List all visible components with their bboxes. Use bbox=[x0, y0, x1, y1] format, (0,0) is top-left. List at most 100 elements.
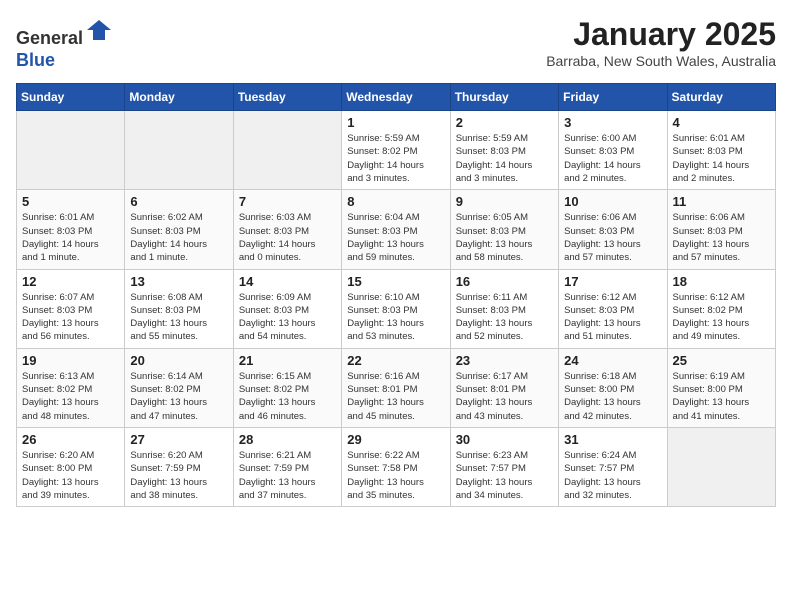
logo-blue: Blue bbox=[16, 50, 55, 70]
calendar-cell bbox=[667, 427, 775, 506]
column-header-saturday: Saturday bbox=[667, 84, 775, 111]
column-header-thursday: Thursday bbox=[450, 84, 558, 111]
day-number: 8 bbox=[347, 194, 444, 209]
day-number: 30 bbox=[456, 432, 553, 447]
day-info: Sunrise: 6:17 AM Sunset: 8:01 PM Dayligh… bbox=[456, 370, 553, 423]
calendar-cell: 22Sunrise: 6:16 AM Sunset: 8:01 PM Dayli… bbox=[342, 348, 450, 427]
day-number: 4 bbox=[673, 115, 770, 130]
day-info: Sunrise: 6:11 AM Sunset: 8:03 PM Dayligh… bbox=[456, 291, 553, 344]
day-number: 9 bbox=[456, 194, 553, 209]
calendar-header-row: SundayMondayTuesdayWednesdayThursdayFrid… bbox=[17, 84, 776, 111]
calendar-week-row: 12 Sunrise: 6:07 AM Sunset: 8:03 PM Dayli… bbox=[17, 269, 776, 348]
calendar-cell: 8 Sunrise: 6:04 AM Sunset: 8:03 PM Daylig… bbox=[342, 190, 450, 269]
day-number: 12 bbox=[22, 274, 119, 289]
calendar-subtitle: Barraba, New South Wales, Australia bbox=[546, 53, 776, 69]
title-block: January 2025 Barraba, New South Wales, A… bbox=[546, 16, 776, 69]
day-info: Sunrise: 6:15 AM Sunset: 8:02 PM Dayligh… bbox=[239, 370, 336, 423]
calendar-week-row: 5Sunrise: 6:01 AM Sunset: 8:03 PM Daylig… bbox=[17, 190, 776, 269]
day-info: Sunrise: 6:24 AM Sunset: 7:57 PM Dayligh… bbox=[564, 449, 661, 502]
day-number: 5 bbox=[22, 194, 119, 209]
calendar-week-row: 26 Sunrise: 6:20 AM Sunset: 8:00 PM Dayli… bbox=[17, 427, 776, 506]
calendar-cell: 9 Sunrise: 6:05 AM Sunset: 8:03 PM Daylig… bbox=[450, 190, 558, 269]
calendar-cell: 20Sunrise: 6:14 AM Sunset: 8:02 PM Dayli… bbox=[125, 348, 233, 427]
calendar-cell: 21 Sunrise: 6:15 AM Sunset: 8:02 PM Dayli… bbox=[233, 348, 341, 427]
calendar-cell: 1 Sunrise: 5:59 AM Sunset: 8:02 PM Daylig… bbox=[342, 111, 450, 190]
day-info: Sunrise: 6:18 AM Sunset: 8:00 PM Dayligh… bbox=[564, 370, 661, 423]
day-info: Sunrise: 6:06 AM Sunset: 8:03 PM Dayligh… bbox=[673, 211, 770, 264]
day-info: Sunrise: 6:12 AM Sunset: 8:03 PM Dayligh… bbox=[564, 291, 661, 344]
day-info: Sunrise: 6:00 AM Sunset: 8:03 PM Dayligh… bbox=[564, 132, 661, 185]
day-info: Sunrise: 6:07 AM Sunset: 8:03 PM Dayligh… bbox=[22, 291, 119, 344]
day-number: 18 bbox=[673, 274, 770, 289]
calendar-cell: 15Sunrise: 6:10 AM Sunset: 8:03 PM Dayli… bbox=[342, 269, 450, 348]
calendar-cell: 12 Sunrise: 6:07 AM Sunset: 8:03 PM Dayli… bbox=[17, 269, 125, 348]
day-number: 14 bbox=[239, 274, 336, 289]
day-info: Sunrise: 6:23 AM Sunset: 7:57 PM Dayligh… bbox=[456, 449, 553, 502]
day-number: 21 bbox=[239, 353, 336, 368]
page-header: General Blue January 2025 Barraba, New S… bbox=[16, 16, 776, 71]
calendar-cell: 30 Sunrise: 6:23 AM Sunset: 7:57 PM Dayli… bbox=[450, 427, 558, 506]
day-info: Sunrise: 6:19 AM Sunset: 8:00 PM Dayligh… bbox=[673, 370, 770, 423]
day-info: Sunrise: 6:20 AM Sunset: 7:59 PM Dayligh… bbox=[130, 449, 227, 502]
day-number: 17 bbox=[564, 274, 661, 289]
day-number: 6 bbox=[130, 194, 227, 209]
day-info: Sunrise: 6:21 AM Sunset: 7:59 PM Dayligh… bbox=[239, 449, 336, 502]
calendar-cell: 10 Sunrise: 6:06 AM Sunset: 8:03 PM Dayli… bbox=[559, 190, 667, 269]
day-number: 19 bbox=[22, 353, 119, 368]
calendar-cell: 6Sunrise: 6:02 AM Sunset: 8:03 PM Daylig… bbox=[125, 190, 233, 269]
calendar-cell bbox=[233, 111, 341, 190]
logo: General Blue bbox=[16, 16, 113, 71]
calendar-cell: 29Sunrise: 6:22 AM Sunset: 7:58 PM Dayli… bbox=[342, 427, 450, 506]
day-info: Sunrise: 6:04 AM Sunset: 8:03 PM Dayligh… bbox=[347, 211, 444, 264]
column-header-tuesday: Tuesday bbox=[233, 84, 341, 111]
day-info: Sunrise: 6:09 AM Sunset: 8:03 PM Dayligh… bbox=[239, 291, 336, 344]
calendar-cell: 25 Sunrise: 6:19 AM Sunset: 8:00 PM Dayli… bbox=[667, 348, 775, 427]
day-number: 15 bbox=[347, 274, 444, 289]
day-number: 24 bbox=[564, 353, 661, 368]
column-header-wednesday: Wednesday bbox=[342, 84, 450, 111]
day-number: 31 bbox=[564, 432, 661, 447]
calendar-cell bbox=[125, 111, 233, 190]
calendar-cell: 23 Sunrise: 6:17 AM Sunset: 8:01 PM Dayli… bbox=[450, 348, 558, 427]
day-info: Sunrise: 6:06 AM Sunset: 8:03 PM Dayligh… bbox=[564, 211, 661, 264]
day-number: 2 bbox=[456, 115, 553, 130]
day-number: 10 bbox=[564, 194, 661, 209]
column-header-monday: Monday bbox=[125, 84, 233, 111]
calendar-cell: 27 Sunrise: 6:20 AM Sunset: 7:59 PM Dayli… bbox=[125, 427, 233, 506]
day-info: Sunrise: 6:08 AM Sunset: 8:03 PM Dayligh… bbox=[130, 291, 227, 344]
day-number: 29 bbox=[347, 432, 444, 447]
day-info: Sunrise: 6:05 AM Sunset: 8:03 PM Dayligh… bbox=[456, 211, 553, 264]
day-number: 23 bbox=[456, 353, 553, 368]
calendar-week-row: 1 Sunrise: 5:59 AM Sunset: 8:02 PM Daylig… bbox=[17, 111, 776, 190]
calendar-cell: 3Sunrise: 6:00 AM Sunset: 8:03 PM Daylig… bbox=[559, 111, 667, 190]
calendar-cell: 17 Sunrise: 6:12 AM Sunset: 8:03 PM Dayli… bbox=[559, 269, 667, 348]
calendar-cell: 11Sunrise: 6:06 AM Sunset: 8:03 PM Dayli… bbox=[667, 190, 775, 269]
calendar-title: January 2025 bbox=[546, 16, 776, 53]
day-number: 1 bbox=[347, 115, 444, 130]
calendar-cell: 28Sunrise: 6:21 AM Sunset: 7:59 PM Dayli… bbox=[233, 427, 341, 506]
calendar-cell: 18 Sunrise: 6:12 AM Sunset: 8:02 PM Dayli… bbox=[667, 269, 775, 348]
calendar-cell: 2Sunrise: 5:59 AM Sunset: 8:03 PM Daylig… bbox=[450, 111, 558, 190]
day-info: Sunrise: 6:16 AM Sunset: 8:01 PM Dayligh… bbox=[347, 370, 444, 423]
calendar-cell: 5Sunrise: 6:01 AM Sunset: 8:03 PM Daylig… bbox=[17, 190, 125, 269]
day-info: Sunrise: 6:20 AM Sunset: 8:00 PM Dayligh… bbox=[22, 449, 119, 502]
day-number: 25 bbox=[673, 353, 770, 368]
calendar-cell bbox=[17, 111, 125, 190]
calendar-week-row: 19Sunrise: 6:13 AM Sunset: 8:02 PM Dayli… bbox=[17, 348, 776, 427]
day-number: 16 bbox=[456, 274, 553, 289]
day-number: 26 bbox=[22, 432, 119, 447]
day-info: Sunrise: 6:01 AM Sunset: 8:03 PM Dayligh… bbox=[673, 132, 770, 185]
calendar-cell: 13 Sunrise: 6:08 AM Sunset: 8:03 PM Dayli… bbox=[125, 269, 233, 348]
day-number: 13 bbox=[130, 274, 227, 289]
column-header-friday: Friday bbox=[559, 84, 667, 111]
logo-icon bbox=[85, 16, 113, 44]
calendar-cell: 7Sunrise: 6:03 AM Sunset: 8:03 PM Daylig… bbox=[233, 190, 341, 269]
calendar-cell: 16 Sunrise: 6:11 AM Sunset: 8:03 PM Dayli… bbox=[450, 269, 558, 348]
calendar-cell: 14 Sunrise: 6:09 AM Sunset: 8:03 PM Dayli… bbox=[233, 269, 341, 348]
day-info: Sunrise: 5:59 AM Sunset: 8:02 PM Dayligh… bbox=[347, 132, 444, 185]
calendar-cell: 24 Sunrise: 6:18 AM Sunset: 8:00 PM Dayli… bbox=[559, 348, 667, 427]
day-info: Sunrise: 6:12 AM Sunset: 8:02 PM Dayligh… bbox=[673, 291, 770, 344]
day-number: 7 bbox=[239, 194, 336, 209]
calendar-cell: 26 Sunrise: 6:20 AM Sunset: 8:00 PM Dayli… bbox=[17, 427, 125, 506]
day-number: 27 bbox=[130, 432, 227, 447]
